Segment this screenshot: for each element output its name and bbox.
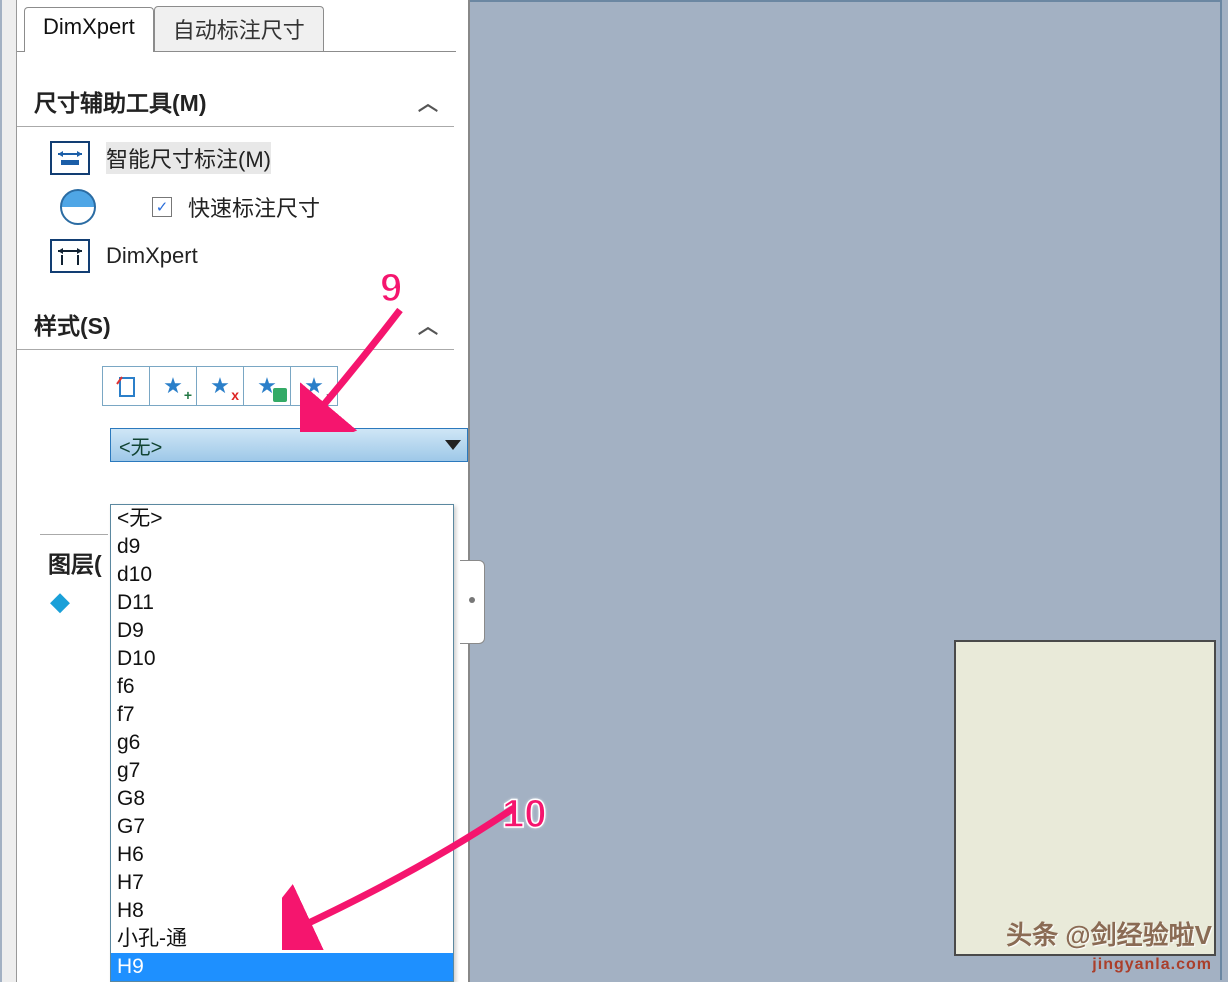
tab-auto-dimension[interactable]: 自动标注尺寸 xyxy=(154,6,324,51)
tab-dimxpert[interactable]: DimXpert xyxy=(24,7,154,52)
style-option[interactable]: g7 xyxy=(111,757,453,785)
annotation-arrow-9 xyxy=(300,302,410,432)
collapse-icon[interactable]: ︿ xyxy=(418,87,448,116)
style-apply-button[interactable] xyxy=(103,367,150,405)
style-option[interactable]: f7 xyxy=(111,701,453,729)
dimxpert-icon xyxy=(50,239,90,273)
collapse-icon[interactable]: ︿ xyxy=(418,310,448,339)
chevron-down-icon xyxy=(445,440,461,450)
smart-dimension-label[interactable]: 智能尺寸标注(M) xyxy=(106,142,271,174)
preview-panel xyxy=(954,640,1216,956)
section-dimension-tools-title: 尺寸辅助工具(M) xyxy=(34,84,206,118)
panel-edge xyxy=(2,0,17,982)
panel-flyout-handle[interactable] xyxy=(460,560,485,644)
style-option[interactable]: d9 xyxy=(111,533,453,561)
style-option[interactable]: D9 xyxy=(111,617,453,645)
smart-dimension-icon xyxy=(50,141,90,175)
style-option[interactable]: g6 xyxy=(111,729,453,757)
style-option[interactable]: H9 xyxy=(111,953,453,981)
style-delete-button[interactable]: ★x xyxy=(197,367,244,405)
quick-dim-checkbox[interactable]: ✓ xyxy=(152,197,172,217)
dimxpert-tool-label[interactable]: DimXpert xyxy=(106,243,198,269)
annotation-arrow-10 xyxy=(282,800,532,950)
style-save-button[interactable]: ★ xyxy=(244,367,291,405)
style-option[interactable]: D10 xyxy=(111,645,453,673)
style-dropdown[interactable]: <无> xyxy=(110,428,468,462)
style-option[interactable]: <无> xyxy=(111,505,453,533)
style-option[interactable]: f6 xyxy=(111,673,453,701)
section-layer-title: 图层( xyxy=(48,545,102,579)
style-option[interactable]: d10 xyxy=(111,561,453,589)
watermark-url: jingyanla.com xyxy=(1092,956,1212,974)
style-add-button[interactable]: ★+ xyxy=(150,367,197,405)
style-dropdown-value: <无> xyxy=(119,431,162,460)
watermark-text: 头条 @剑经验啦V xyxy=(1006,915,1212,952)
section-style-title: 样式(S) xyxy=(34,307,111,341)
layer-icon: ◆ xyxy=(50,586,70,617)
quick-dim-label: 快速标注尺寸 xyxy=(188,191,320,223)
style-option[interactable]: D11 xyxy=(111,589,453,617)
quick-dim-icon xyxy=(60,189,96,225)
